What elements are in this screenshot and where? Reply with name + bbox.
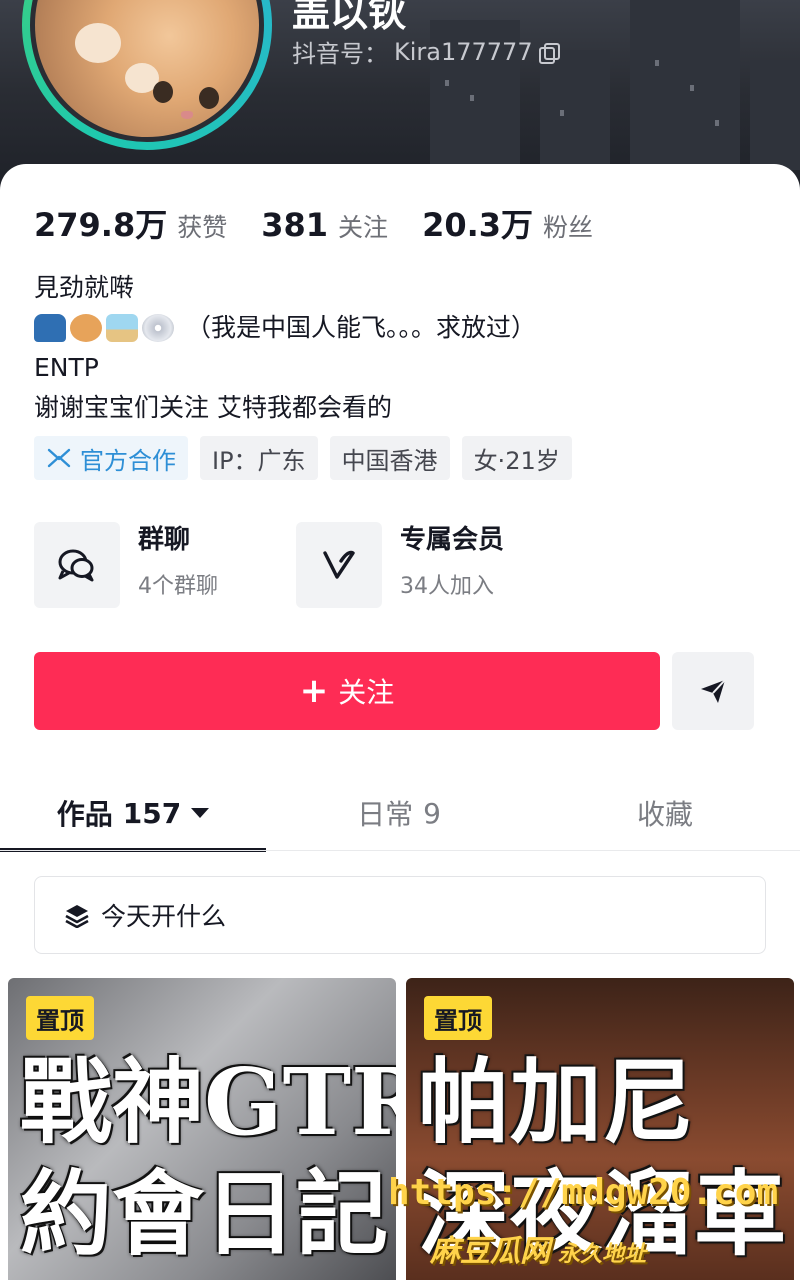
tab-favorites-label: 收藏 bbox=[636, 798, 693, 831]
tag-region: 中国香港 bbox=[329, 436, 450, 480]
tag-official-partner[interactable]: 官方合作 bbox=[34, 436, 188, 480]
tabs-divider bbox=[0, 850, 800, 851]
profile-tags: 官方合作 IP：广东 中国香港 女·21岁 bbox=[34, 436, 572, 480]
content-tabs: 作品 157 日常 9 收藏 bbox=[0, 774, 800, 852]
bio-line-2-text: （我是中国人能飞。。。求放过） bbox=[186, 313, 537, 342]
profile-stats: 279.8万 获赞 381 关注 20.3万 粉丝 bbox=[34, 200, 627, 246]
tag-ip: IP：广东 bbox=[200, 436, 318, 480]
bio-emojis bbox=[34, 314, 174, 342]
tab-daily[interactable]: 日常 9 bbox=[266, 774, 532, 852]
stack-icon bbox=[65, 905, 89, 928]
tab-favorites[interactable]: 收藏 bbox=[532, 774, 798, 852]
profile-username: 盖以钬 bbox=[292, 0, 407, 35]
disc-emoji-icon bbox=[142, 314, 174, 342]
follow-button-label: 关注 bbox=[338, 676, 395, 709]
stat-following-value: 381 bbox=[261, 206, 329, 244]
membership-icon bbox=[296, 522, 382, 608]
pinned-badge: 置顶 bbox=[26, 996, 94, 1040]
car-emoji-icon bbox=[34, 314, 66, 342]
group-chat-icon bbox=[34, 522, 120, 608]
profile-bio: 見劲就啭 （我是中国人能飞。。。求放过） ENTP 谢谢宝宝们关注 艾特我都会看… bbox=[34, 268, 536, 428]
share-button[interactable] bbox=[672, 652, 754, 730]
video-title-overlay: 戰神GTR 約會日記 bbox=[20, 1046, 396, 1270]
bio-line-4: 谢谢宝宝们关注 艾特我都会看的 bbox=[34, 393, 392, 422]
bio-line-1: 見劲就啭 bbox=[34, 273, 135, 302]
stat-following-label: 关注 bbox=[338, 213, 389, 242]
caret-down-icon[interactable] bbox=[191, 808, 210, 818]
stat-followers-label: 粉丝 bbox=[543, 213, 594, 242]
tab-works-count: 157 bbox=[122, 796, 182, 830]
douyin-id-value: Kira177777 bbox=[394, 37, 533, 66]
stat-followers[interactable]: 20.3万 粉丝 bbox=[422, 200, 593, 246]
watermark-suffix: 永久地址 bbox=[558, 1242, 647, 1267]
stat-followers-value: 20.3万 bbox=[422, 206, 534, 244]
watermark-url: https://mdgw20.com bbox=[388, 1172, 779, 1213]
island-emoji-icon bbox=[106, 314, 138, 342]
watermark-brand-name: 麻豆瓜网 bbox=[430, 1234, 550, 1269]
profile-card: 279.8万 获赞 381 关注 20.3万 粉丝 見劲就啭 （我是中国人能飞。… bbox=[0, 164, 800, 1280]
douyin-id-label: 抖音号： bbox=[292, 40, 388, 68]
tab-daily-label: 日常 bbox=[357, 798, 414, 831]
profile-services: 群聊 4个群聊 专属会员 34人加入 bbox=[34, 522, 558, 608]
service-membership-title: 专属会员 bbox=[400, 525, 505, 555]
tab-daily-count: 9 bbox=[423, 796, 441, 830]
plus-icon: + bbox=[299, 671, 329, 711]
service-group-chat-title: 群聊 bbox=[138, 525, 191, 555]
service-group-chat[interactable]: 群聊 4个群聊 bbox=[34, 522, 262, 608]
tag-gender-age: 女·21岁 bbox=[461, 436, 572, 480]
copy-icon[interactable] bbox=[538, 42, 560, 64]
follow-button[interactable]: + 关注 bbox=[34, 652, 660, 730]
stat-following[interactable]: 381 关注 bbox=[261, 206, 388, 244]
cat-emoji-icon bbox=[70, 314, 102, 342]
bio-line-2: （我是中国人能飞。。。求放过） bbox=[34, 308, 536, 348]
video-title-line-1: 戰神GTR bbox=[20, 1048, 396, 1156]
playlist-label: 今天开什么 bbox=[101, 902, 227, 931]
stat-likes[interactable]: 279.8万 获赞 bbox=[34, 200, 227, 246]
service-membership-subtitle: 34人加入 bbox=[400, 574, 494, 599]
douyin-id[interactable]: 抖音号： Kira177777 bbox=[292, 34, 560, 69]
tab-works-label: 作品 bbox=[56, 798, 113, 831]
tab-works[interactable]: 作品 157 bbox=[0, 774, 266, 852]
stat-likes-label: 获赞 bbox=[177, 213, 228, 242]
video-title-line-2: 約會日記 bbox=[20, 1160, 389, 1268]
stat-likes-value: 279.8万 bbox=[34, 206, 168, 244]
service-group-chat-subtitle: 4个群聊 bbox=[138, 574, 218, 599]
pinned-badge: 置顶 bbox=[424, 996, 492, 1040]
official-partner-icon bbox=[47, 448, 71, 468]
video-grid: 置顶 戰神GTR 約會日記 置顶 帕加尼 深夜溜車 bbox=[8, 978, 794, 1280]
service-membership[interactable]: 专属会员 34人加入 bbox=[296, 522, 524, 608]
watermark-brand: 麻豆瓜网 永久地址 bbox=[430, 1226, 646, 1270]
kitten-photo bbox=[35, 0, 259, 137]
playlist-entry[interactable]: 今天开什么 bbox=[34, 876, 766, 954]
video-thumbnail[interactable]: 置顶 戰神GTR 約會日記 bbox=[8, 978, 396, 1280]
send-icon bbox=[701, 679, 726, 703]
video-title-line-1: 帕加尼 bbox=[418, 1048, 695, 1156]
bio-line-3: ENTP bbox=[34, 353, 99, 382]
tag-official-label: 官方合作 bbox=[80, 446, 176, 475]
